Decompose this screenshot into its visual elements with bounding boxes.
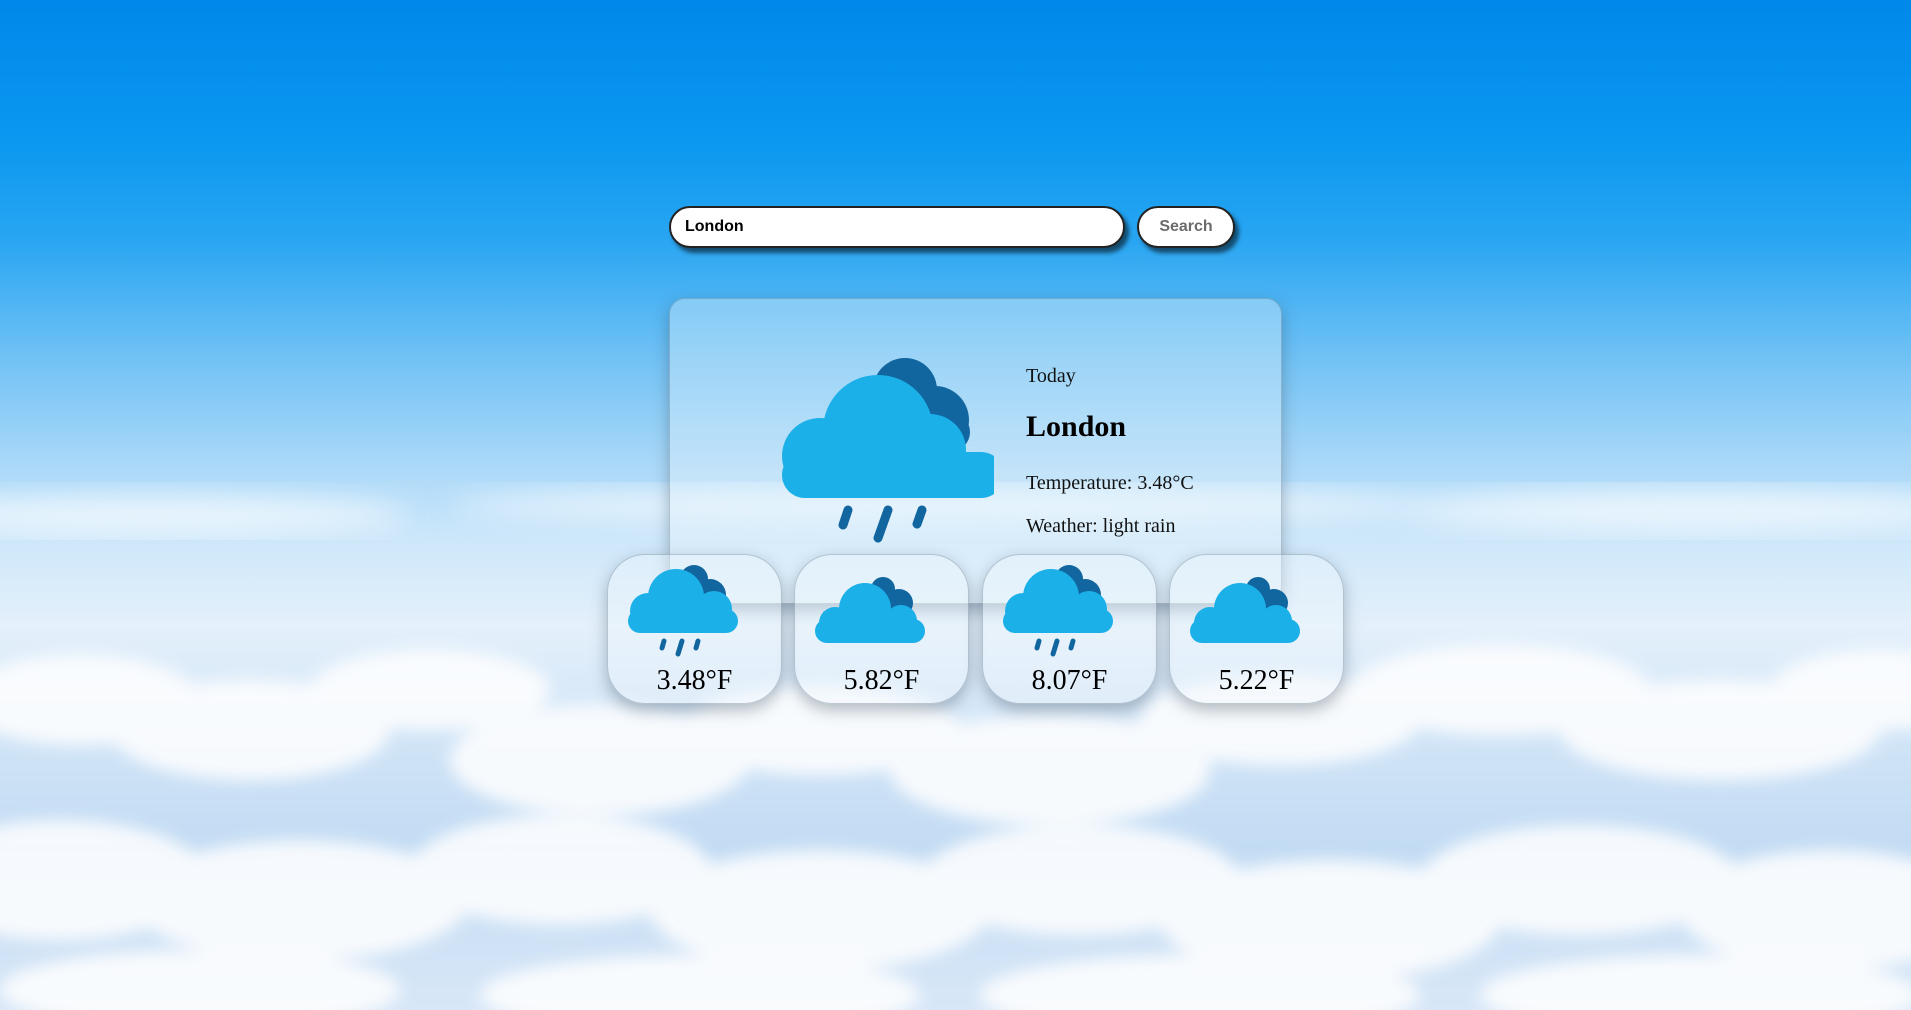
search-button[interactable]: Search	[1137, 206, 1235, 248]
cloud-icon	[1190, 577, 1300, 643]
cloud-icon	[815, 577, 925, 643]
rain-cloud-icon	[782, 358, 994, 543]
city-name: London	[1026, 410, 1127, 443]
forecast-card: 5.22°F	[1169, 554, 1344, 704]
rain-cloud-icon	[1003, 565, 1113, 657]
forecast-card: 8.07°F	[982, 554, 1157, 704]
forecast-card: 3.48°F	[607, 554, 782, 704]
forecast-temperature: 3.48°F	[656, 665, 733, 696]
city-search-input[interactable]	[669, 206, 1125, 248]
forecast-temperature: 5.22°F	[1218, 665, 1295, 696]
current-temperature: Temperature: 3.48°C	[1026, 472, 1194, 494]
forecast-temperature: 8.07°F	[1031, 665, 1108, 696]
forecast-card: 5.82°F	[794, 554, 969, 704]
rain-cloud-icon	[628, 565, 738, 657]
current-weather-description: Weather: light rain	[1026, 515, 1176, 537]
forecast-temperature: 5.82°F	[843, 665, 920, 696]
day-label: Today	[1026, 365, 1076, 387]
